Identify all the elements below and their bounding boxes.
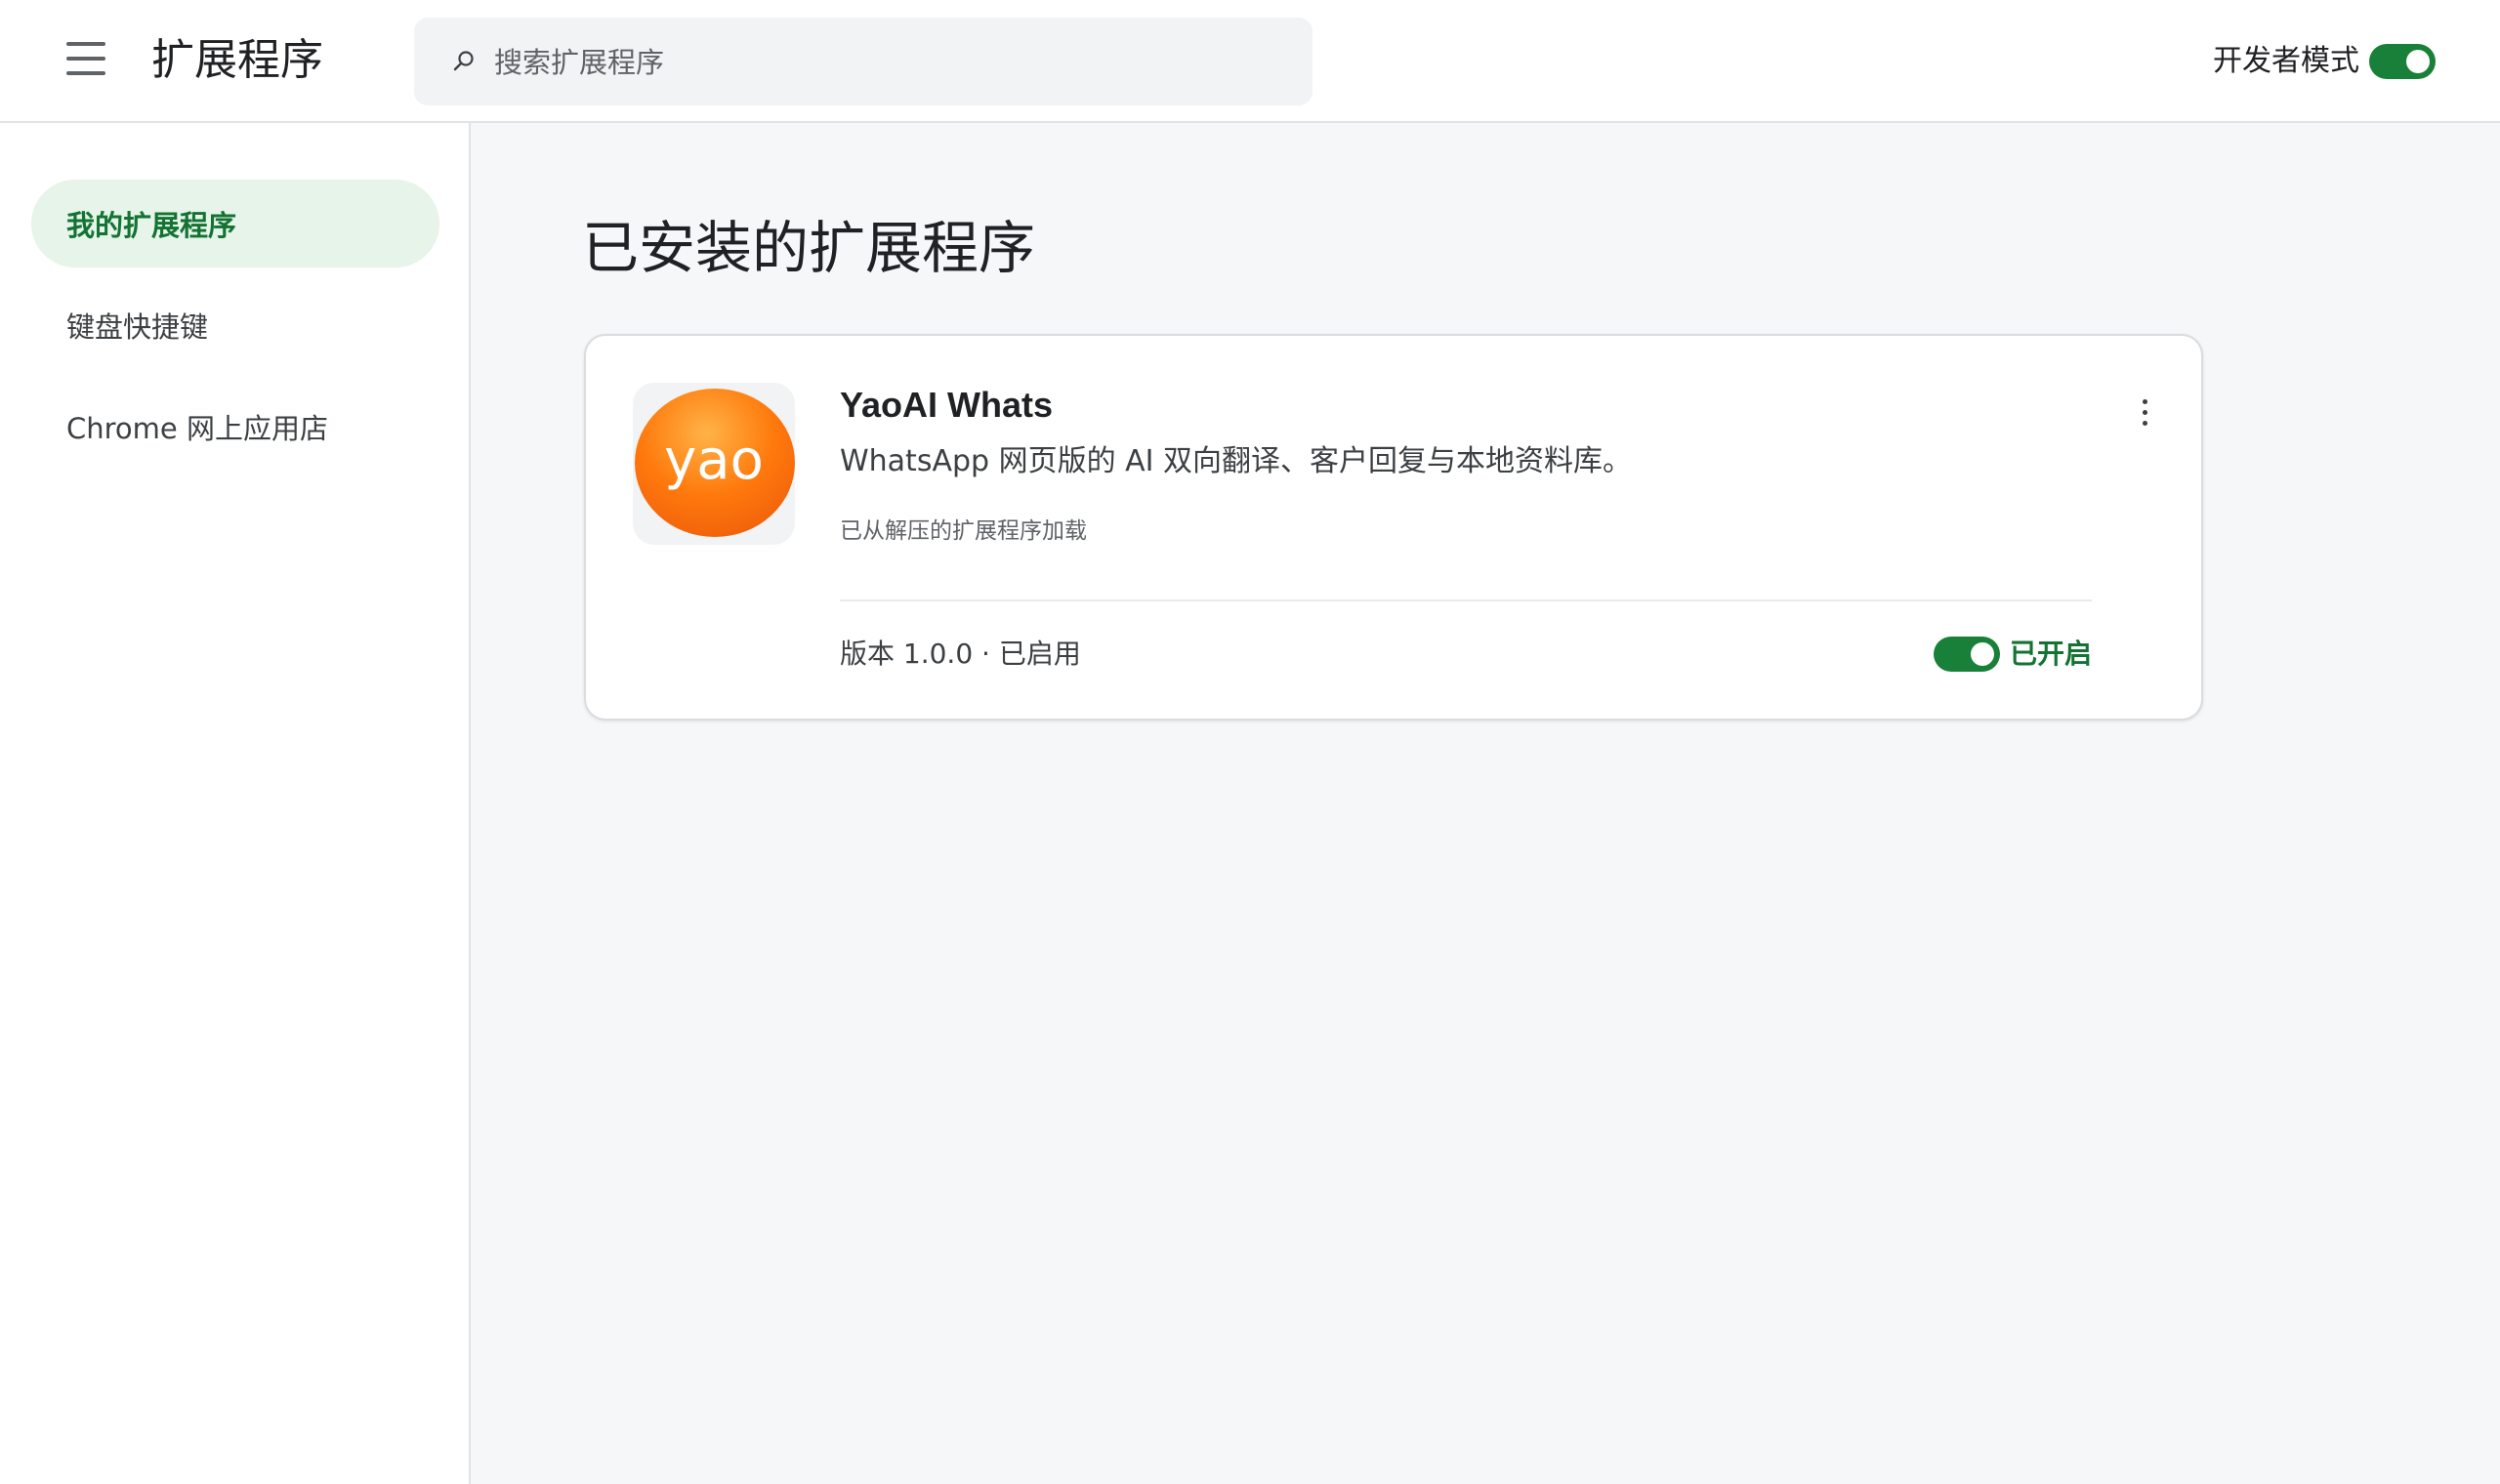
main-content: 已安装的扩展程序 yao YaoAI Whats WhatsApp 网页版的 A… xyxy=(471,123,2500,1484)
sidebar-item-label: 我的扩展程序 xyxy=(66,209,237,242)
more-dot xyxy=(2142,409,2147,415)
toggle-knob xyxy=(2406,50,2430,73)
more-dot xyxy=(2142,398,2147,404)
sidebar-item-label: 键盘快捷键 xyxy=(66,310,209,344)
extension-name: YaoAI Whats xyxy=(840,385,1054,425)
extension-description: WhatsApp 网页版的 AI 双向翻译、客户回复与本地资料库。 xyxy=(840,444,1633,478)
hamburger-menu-icon[interactable] xyxy=(55,27,117,90)
page-title: 已安装的扩展程序 xyxy=(582,215,1036,281)
extension-source: 已从解压的扩展程序加载 xyxy=(840,518,1087,544)
extension-icon-frame: yao xyxy=(633,383,795,545)
menu-bar-line xyxy=(66,42,105,46)
sidebar-item-chrome-web-store[interactable]: Chrome 网上应用店 xyxy=(31,383,439,471)
svg-text:yao: yao xyxy=(664,429,764,492)
menu-bar-line xyxy=(66,71,105,75)
developer-mode-label: 开发者模式 xyxy=(2213,44,2359,78)
sidebar: 我的扩展程序 键盘快捷键 Chrome 网上应用店 xyxy=(0,123,471,1484)
search-box[interactable] xyxy=(414,18,1312,105)
search-icon xyxy=(453,51,474,71)
card-divider xyxy=(840,599,2092,601)
search-input[interactable] xyxy=(492,37,1277,88)
yao-logo-icon: yao xyxy=(635,389,795,537)
developer-mode-toggle[interactable] xyxy=(2369,44,2436,79)
page-header-title: 扩展程序 xyxy=(151,35,323,85)
more-options-icon[interactable] xyxy=(2125,389,2164,435)
top-bar: 扩展程序 开发者模式 xyxy=(0,0,2500,123)
sidebar-item-keyboard-shortcuts[interactable]: 键盘快捷键 xyxy=(31,281,439,369)
more-dot xyxy=(2142,420,2147,426)
toggle-knob xyxy=(1971,642,1994,666)
extension-version-status: 版本 1.0.0 · 已启用 xyxy=(840,638,1081,670)
extension-card: yao YaoAI Whats WhatsApp 网页版的 AI 双向翻译、客户… xyxy=(584,334,2203,721)
extension-enable-toggle[interactable] xyxy=(1934,637,2000,672)
sidebar-item-label: Chrome 网上应用店 xyxy=(66,412,328,445)
sidebar-item-my-extensions[interactable]: 我的扩展程序 xyxy=(31,180,439,268)
extension-toggle-label: 已开启 xyxy=(2010,638,2093,670)
menu-bar-line xyxy=(66,57,105,61)
